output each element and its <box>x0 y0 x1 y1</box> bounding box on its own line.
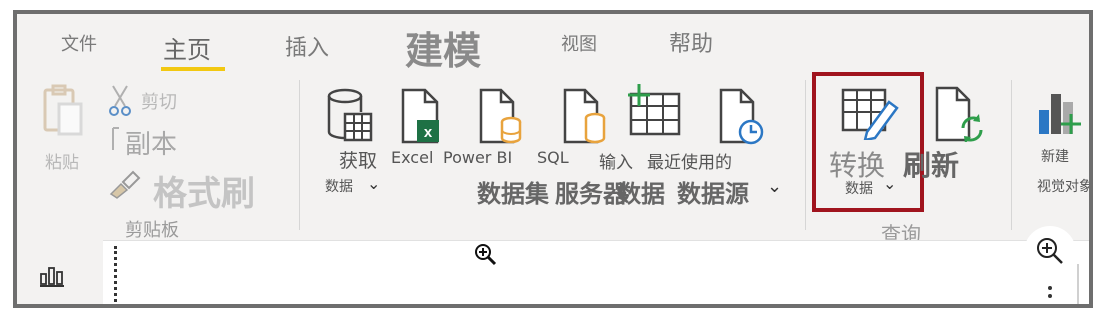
enter-data-label-line2: 数据 <box>617 180 665 208</box>
more-options-icon[interactable] <box>1047 284 1053 304</box>
tab-home[interactable]: 主页 <box>163 30 211 65</box>
excel-label: Excel <box>391 148 434 167</box>
powerbi-label-line2: 数据集 <box>477 180 549 208</box>
enter-data-label-line1: 输入 <box>599 153 633 173</box>
excel-workbook-icon: x <box>401 88 441 144</box>
paste-icon <box>41 82 87 138</box>
powerbi-dataset-icon <box>479 88 523 144</box>
tab-modeling[interactable]: 建模 <box>405 20 481 75</box>
enter-data-button[interactable] <box>627 82 683 140</box>
paintbrush-icon <box>107 170 141 200</box>
cut-label: 剪切 <box>141 92 177 113</box>
enter-data-table-icon <box>627 82 683 140</box>
copy-label: 副本 <box>125 130 178 160</box>
recent-label-line1: 最近使用的 <box>647 153 732 173</box>
paste-label: 粘贴 <box>45 153 79 173</box>
refresh-icon <box>935 86 985 142</box>
transform-dropdown-icon[interactable]: ⌄ <box>883 174 896 193</box>
report-view-button[interactable] <box>39 262 65 288</box>
zoom-cursor-icon <box>473 242 499 268</box>
canvas-left-edge <box>114 246 117 302</box>
sql-server-button[interactable] <box>563 88 607 144</box>
copy-icon <box>109 126 125 154</box>
recent-label-line2: 数据源 <box>677 180 749 208</box>
refresh-label: 刷新 <box>903 149 960 182</box>
new-visual-button[interactable] <box>1037 88 1081 140</box>
tab-help[interactable]: 帮助 <box>669 26 713 58</box>
tab-file[interactable]: 文件 <box>61 30 97 56</box>
tab-view[interactable]: 视图 <box>561 30 597 56</box>
sql-database-icon <box>563 88 607 144</box>
excel-button[interactable]: x <box>401 88 441 144</box>
report-view-icon <box>39 262 65 288</box>
get-data-label-line2: 数据 <box>325 179 353 195</box>
transform-table-pencil-icon <box>839 84 899 140</box>
new-visual-label-line1: 新建 <box>1041 149 1069 165</box>
tab-insert[interactable]: 插入 <box>285 30 329 62</box>
transform-data-label-line2: 数据 <box>845 181 873 197</box>
database-table-icon <box>327 88 373 144</box>
powerbi-label-line1: Power BI <box>443 148 513 167</box>
transform-data-button[interactable] <box>839 84 899 140</box>
recent-dropdown-icon[interactable]: ⌄ <box>767 176 782 197</box>
report-canvas[interactable] <box>17 240 1089 304</box>
get-data-label-line1: 获取 <box>339 150 378 172</box>
clipboard-group-label: 剪贴板 <box>125 220 179 241</box>
bar-chart-add-icon <box>1037 88 1081 140</box>
separator <box>805 80 806 230</box>
zoom-in-icon <box>1035 236 1065 266</box>
active-tab-underline <box>161 67 225 71</box>
refresh-button[interactable] <box>935 86 985 142</box>
recent-sources-button[interactable] <box>719 88 765 146</box>
separator <box>299 80 300 230</box>
format-painter-label: 格式刷 <box>153 174 255 214</box>
svg-text:x: x <box>424 124 433 141</box>
recent-clock-icon <box>719 88 765 146</box>
get-data-button[interactable] <box>327 88 373 144</box>
new-visual-label-line2: 视觉对象 <box>1037 179 1093 195</box>
app-window: 文件 主页 插入 建模 视图 帮助 粘贴 剪切 副本 格式刷 剪贴板 获取 数据… <box>13 10 1093 308</box>
scrollbar[interactable] <box>1077 264 1079 304</box>
sql-label-line1: SQL <box>537 148 569 167</box>
get-data-dropdown-icon[interactable]: ⌄ <box>367 174 380 193</box>
separator <box>1011 80 1012 230</box>
scissors-icon <box>109 84 131 118</box>
powerbi-datasets-button[interactable] <box>479 88 523 144</box>
paste-button[interactable] <box>41 82 87 138</box>
